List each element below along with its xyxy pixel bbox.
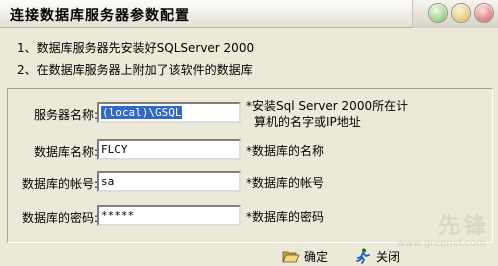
close-icon[interactable] [474, 3, 494, 23]
server-name-label: 服务器名称: [34, 108, 99, 122]
note-1: 1、数据库服务器先安装好SQLServer 2000 [17, 41, 255, 55]
account-input[interactable]: sa [97, 171, 241, 192]
ok-button[interactable]: 确定 [282, 246, 328, 266]
database-name-label: 数据库名称: [34, 145, 99, 159]
ok-button-label: 确定 [304, 249, 329, 264]
database-hint: *数据库的名称 [246, 144, 325, 158]
maximize-icon[interactable] [451, 3, 471, 23]
watermark-text: 先锋 [437, 214, 490, 239]
password-value: ***** [101, 209, 135, 222]
minimize-icon[interactable] [428, 3, 448, 23]
password-input[interactable]: ***** [97, 205, 241, 226]
folder-open-icon [282, 248, 300, 264]
close-button[interactable]: 关闭 [354, 246, 400, 266]
server-name-input[interactable]: (local)\GSQL [97, 102, 241, 123]
server-name-value: (local)\GSQL [101, 106, 183, 119]
server-hint-line-1: *安装Sql Server 2000所在计 [246, 99, 409, 113]
close-button-label: 关闭 [376, 249, 401, 264]
title-bar: 连接数据库服务器参数配置 [0, 0, 498, 28]
window-title: 连接数据库服务器参数配置 [10, 8, 190, 24]
account-value: sa [101, 175, 115, 188]
account-label: 数据库的帐号: [22, 177, 99, 191]
database-name-value: FLCY [101, 143, 128, 156]
note-2: 2、在数据库服务器上附加了该软件的数据库 [17, 63, 253, 77]
server-hint-line-2: 算机的名字或IP地址 [254, 115, 361, 129]
database-name-input[interactable]: FLCY [97, 139, 241, 160]
running-man-icon [354, 248, 372, 264]
watermark-url: www.greenxf.com [397, 238, 486, 249]
password-hint: *数据库的密码 [246, 210, 325, 224]
password-label: 数据库的密码: [22, 211, 99, 225]
account-hint: *数据库的帐号 [246, 176, 325, 190]
instructions: 1、数据库服务器先安装好SQLServer 2000 2、在数据库服务器上附加了… [0, 29, 498, 83]
